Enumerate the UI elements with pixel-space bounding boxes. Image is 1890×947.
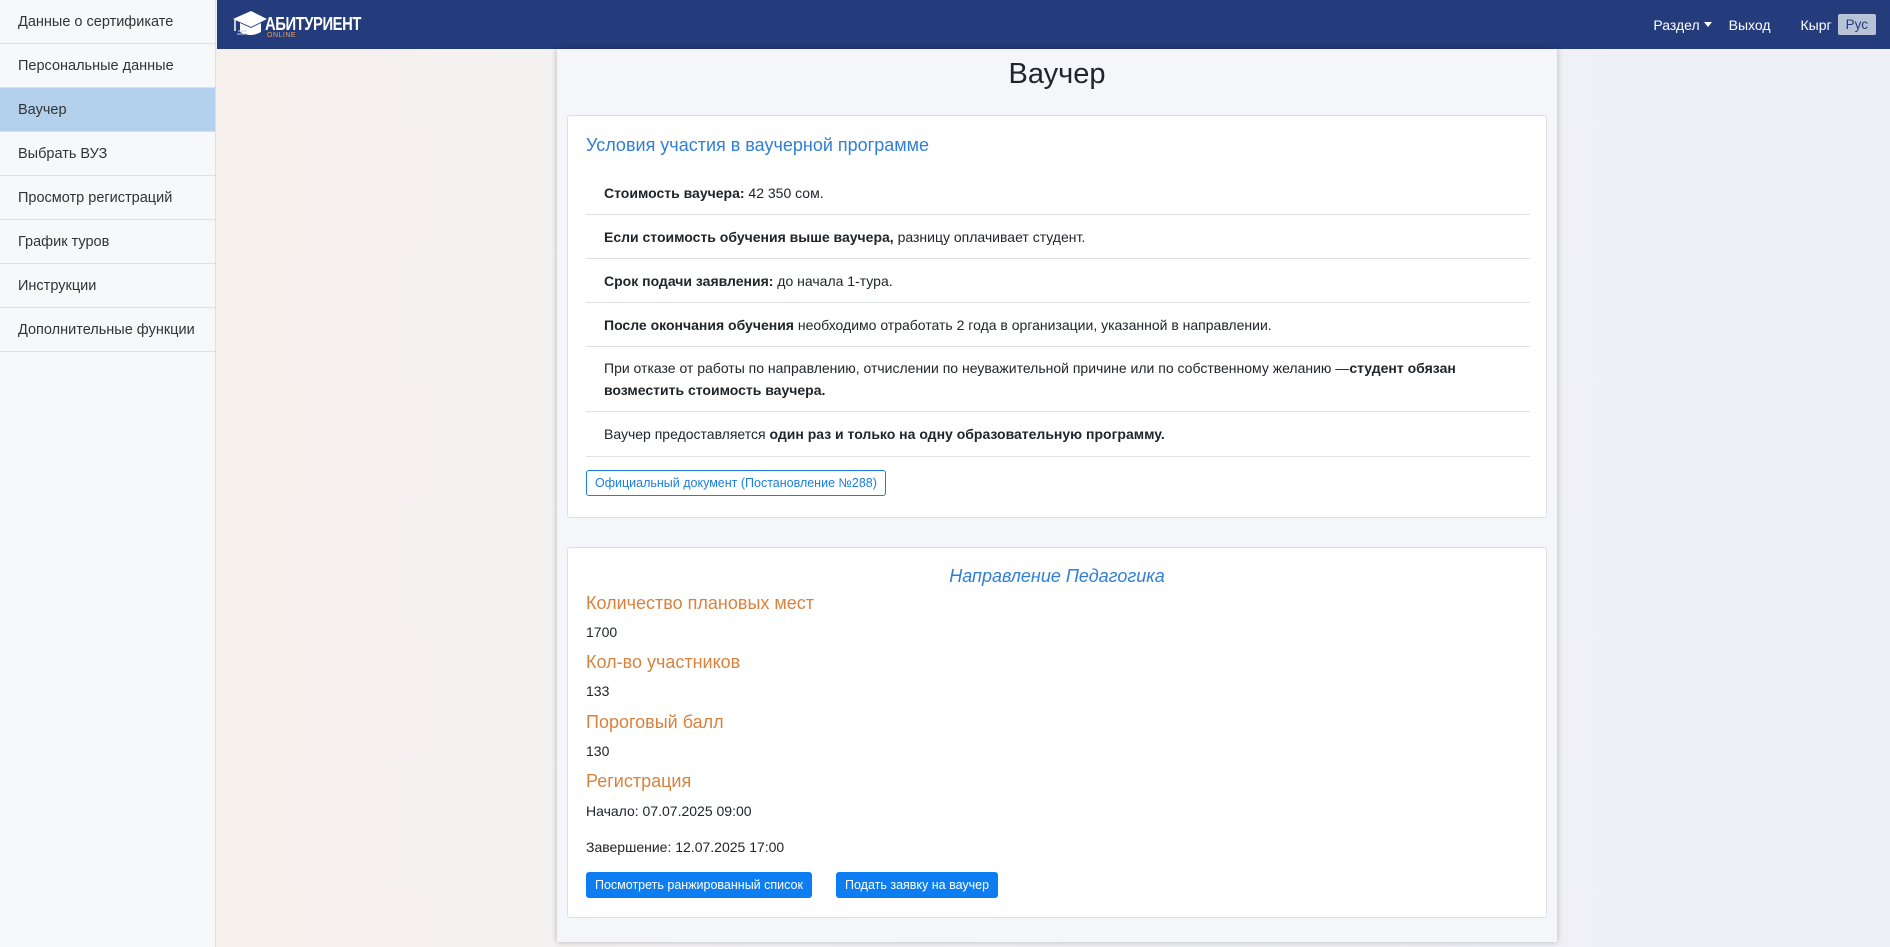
top-navbar: АБИТУРИЕНТ ONLINE Раздел Выход Кырг Рус <box>217 0 1890 49</box>
list-item: Если стоимость обучения выше ваучера, ра… <box>586 215 1530 259</box>
list-item: После окончания обучения необходимо отра… <box>586 303 1530 347</box>
threshold-value: 130 <box>586 743 610 759</box>
logo[interactable]: АБИТУРИЕНТ ONLINE <box>231 5 382 43</box>
registration-start: Начало: 07.07.2025 09:00 <box>586 803 752 819</box>
caret-down-icon <box>1703 21 1712 27</box>
condition-text: до начала 1-тура. <box>773 272 893 289</box>
list-item: Стоимость ваучера: 42 350 сом. <box>586 171 1530 215</box>
navbar-right: Раздел Выход Кырг Рус <box>1653 0 1876 49</box>
conditions-title: Условия участия в ваучерной программе <box>586 135 930 155</box>
sidebar-item-personal-data[interactable]: Персональные данные <box>0 44 215 88</box>
direction-title: Направление Педагогика <box>949 566 1165 586</box>
condition-bold: Стоимость ваучера: <box>604 184 745 201</box>
sidebar-item-view-registrations[interactable]: Просмотр регистраций <box>0 176 215 220</box>
condition-text: При отказе от работы по направлению, отч… <box>604 360 1350 376</box>
condition-text: необходимо отработать 2 года в организац… <box>793 316 1272 333</box>
lang-kyrgyz-button[interactable]: Кырг <box>1801 17 1832 33</box>
sidebar-item-certificate-data[interactable]: Данные о сертификате <box>0 0 215 44</box>
graduation-cap-icon <box>233 11 267 35</box>
list-item: При отказе от работы по направлению, отч… <box>586 347 1530 412</box>
participants-label: Кол-во участников <box>586 652 741 672</box>
ranked-list-button[interactable]: Посмотреть ранжированный список <box>586 872 812 898</box>
list-item: Ваучер предоставляется один раз и только… <box>586 412 1530 457</box>
logout-link[interactable]: Выход <box>1729 17 1771 33</box>
participants-value: 133 <box>586 683 610 699</box>
lang-russian-button[interactable]: Рус <box>1837 14 1876 35</box>
conditions-list: Стоимость ваучера: 42 350 сом. Если стои… <box>586 171 1530 457</box>
sidebar-item-voucher[interactable]: Ваучер <box>0 88 215 132</box>
condition-bold: Если стоимость обучения выше ваучера, <box>604 228 894 245</box>
sidebar-item-instructions[interactable]: Инструкции <box>0 264 215 308</box>
sidebar-item-choose-university[interactable]: Выбрать ВУЗ <box>0 132 215 176</box>
condition-bold: Срок подачи заявления: <box>604 272 774 289</box>
condition-text: 42 350 сом. <box>744 184 824 201</box>
registration-end: Завершение: 12.07.2025 17:00 <box>586 839 785 855</box>
official-document-button[interactable]: Официальный документ (Постановление №288… <box>586 470 886 496</box>
sidebar-item-tour-schedule[interactable]: График туров <box>0 220 215 264</box>
sidebar: Данные о сертификате Персональные данные… <box>0 0 216 947</box>
threshold-label: Пороговый балл <box>586 712 724 732</box>
direction-card: Направление Педагогика Количество планов… <box>567 547 1547 918</box>
apply-voucher-button[interactable]: Подать заявку на ваучер <box>836 872 999 898</box>
section-dropdown-label: Раздел <box>1653 16 1700 33</box>
condition-bold: один раз и только на одну образовательну… <box>769 426 1165 442</box>
planned-places-value: 1700 <box>586 624 618 640</box>
list-item: Срок подачи заявления: до начала 1-тура. <box>586 259 1530 303</box>
logo-subtitle: ONLINE <box>267 32 297 39</box>
condition-text: Ваучер предоставляется <box>604 426 770 442</box>
planned-places-label: Количество плановых мест <box>586 593 815 613</box>
main-content: Ваучер Условия участия в ваучерной прогр… <box>557 49 1557 942</box>
condition-text: разницу оплачивает студент. <box>893 228 1086 245</box>
registration-label: Регистрация <box>586 771 692 791</box>
conditions-card: Условия участия в ваучерной программе Ст… <box>567 115 1547 518</box>
condition-bold: После окончания обучения <box>604 316 794 333</box>
section-dropdown[interactable]: Раздел <box>1653 16 1712 33</box>
page-title: Ваучер <box>1008 58 1106 90</box>
sidebar-item-additional-functions[interactable]: Дополнительные функции <box>0 308 215 352</box>
